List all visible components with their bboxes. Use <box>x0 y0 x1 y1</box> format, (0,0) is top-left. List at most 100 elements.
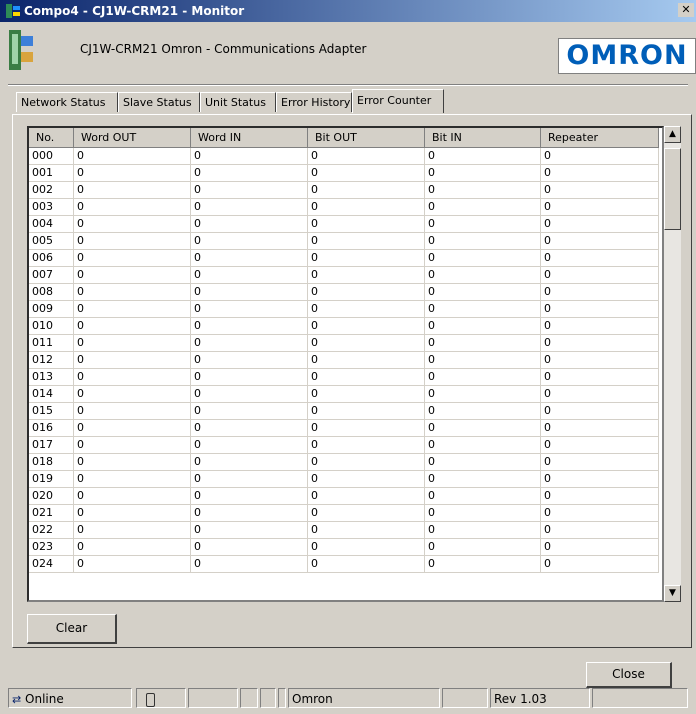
cell-bit-in: 0 <box>425 420 541 437</box>
cell-word-in: 0 <box>191 386 308 403</box>
table-row[interactable]: 001 0 0 0 0 0 <box>29 165 662 182</box>
table-row[interactable]: 012 0 0 0 0 0 <box>29 352 662 369</box>
status-online-text: Online <box>25 692 64 706</box>
cell-repeater: 0 <box>541 250 659 267</box>
table-row[interactable]: 002 0 0 0 0 0 <box>29 182 662 199</box>
table-row[interactable]: 010 0 0 0 0 0 <box>29 318 662 335</box>
table-row[interactable]: 014 0 0 0 0 0 <box>29 386 662 403</box>
cell-bit-in: 0 <box>425 522 541 539</box>
cell-word-out: 0 <box>74 556 191 573</box>
cell-bit-in: 0 <box>425 352 541 369</box>
cell-word-in: 0 <box>191 471 308 488</box>
cell-word-out: 0 <box>74 369 191 386</box>
table-row[interactable]: 015 0 0 0 0 0 <box>29 403 662 420</box>
column-header-repeater[interactable]: Repeater <box>541 128 659 148</box>
scroll-thumb[interactable] <box>664 148 681 230</box>
table-row[interactable]: 005 0 0 0 0 0 <box>29 233 662 250</box>
table-row[interactable]: 006 0 0 0 0 0 <box>29 250 662 267</box>
close-window-icon[interactable]: ✕ <box>678 3 694 17</box>
table-row[interactable]: 000 0 0 0 0 0 <box>29 148 662 165</box>
cell-word-in: 0 <box>191 556 308 573</box>
cell-bit-in: 0 <box>425 386 541 403</box>
table-row[interactable]: 023 0 0 0 0 0 <box>29 539 662 556</box>
cell-repeater: 0 <box>541 233 659 250</box>
cell-bit-out: 0 <box>308 369 425 386</box>
cell-word-out: 0 <box>74 216 191 233</box>
cell-no: 019 <box>29 471 74 488</box>
tab-network-status[interactable]: Network Status <box>16 92 118 112</box>
cell-word-out: 0 <box>74 250 191 267</box>
cell-bit-in: 0 <box>425 556 541 573</box>
scroll-down-icon[interactable]: ▼ <box>664 585 681 602</box>
scroll-up-icon[interactable]: ▲ <box>664 126 681 143</box>
cell-bit-in: 0 <box>425 369 541 386</box>
column-header-word-out[interactable]: Word OUT <box>74 128 191 148</box>
tab-unit-status[interactable]: Unit Status <box>200 92 276 112</box>
column-header-no[interactable]: No. <box>29 128 74 148</box>
table-row[interactable]: 011 0 0 0 0 0 <box>29 335 662 352</box>
cell-word-out: 0 <box>74 488 191 505</box>
cell-word-in: 0 <box>191 335 308 352</box>
cell-bit-out: 0 <box>308 437 425 454</box>
error-counter-table[interactable]: No. Word OUT Word IN Bit OUT Bit IN Repe… <box>27 126 664 602</box>
cell-no: 021 <box>29 505 74 522</box>
cell-bit-out: 0 <box>308 471 425 488</box>
vertical-scrollbar[interactable]: ▲ ▼ <box>664 126 681 602</box>
table-row[interactable]: 008 0 0 0 0 0 <box>29 284 662 301</box>
table-row[interactable]: 024 0 0 0 0 0 <box>29 556 662 573</box>
table-row[interactable]: 017 0 0 0 0 0 <box>29 437 662 454</box>
table-row[interactable]: 020 0 0 0 0 0 <box>29 488 662 505</box>
header-divider <box>8 84 688 86</box>
status-pane-empty-2 <box>240 688 258 708</box>
clear-button[interactable]: Clear <box>27 614 117 644</box>
table-row[interactable]: 007 0 0 0 0 0 <box>29 267 662 284</box>
column-header-word-in[interactable]: Word IN <box>191 128 308 148</box>
cell-no: 004 <box>29 216 74 233</box>
cell-no: 014 <box>29 386 74 403</box>
close-button[interactable]: Close <box>586 662 672 688</box>
table-row[interactable]: 013 0 0 0 0 0 <box>29 369 662 386</box>
cell-word-out: 0 <box>74 301 191 318</box>
cell-word-in: 0 <box>191 216 308 233</box>
column-header-bit-in[interactable]: Bit IN <box>425 128 541 148</box>
table-row[interactable]: 018 0 0 0 0 0 <box>29 454 662 471</box>
cell-repeater: 0 <box>541 148 659 165</box>
cell-word-in: 0 <box>191 199 308 216</box>
table-row[interactable]: 003 0 0 0 0 0 <box>29 199 662 216</box>
cell-repeater: 0 <box>541 369 659 386</box>
cell-repeater: 0 <box>541 454 659 471</box>
cell-word-out: 0 <box>74 454 191 471</box>
cell-word-in: 0 <box>191 522 308 539</box>
cell-word-out: 0 <box>74 437 191 454</box>
cell-word-in: 0 <box>191 301 308 318</box>
cell-word-in: 0 <box>191 420 308 437</box>
cell-word-in: 0 <box>191 488 308 505</box>
cell-word-out: 0 <box>74 505 191 522</box>
table-row[interactable]: 009 0 0 0 0 0 <box>29 301 662 318</box>
window-titlebar[interactable]: Compo4 - CJ1W-CRM21 - Monitor ✕ <box>0 0 696 22</box>
cell-bit-out: 0 <box>308 199 425 216</box>
cell-repeater: 0 <box>541 182 659 199</box>
table-row[interactable]: 022 0 0 0 0 0 <box>29 522 662 539</box>
column-header-bit-out[interactable]: Bit OUT <box>308 128 425 148</box>
cell-no: 005 <box>29 233 74 250</box>
cell-bit-out: 0 <box>308 454 425 471</box>
tab-error-counter[interactable]: Error Counter <box>352 89 444 113</box>
cell-word-in: 0 <box>191 284 308 301</box>
cell-bit-in: 0 <box>425 250 541 267</box>
cell-repeater: 0 <box>541 556 659 573</box>
status-pane-empty-3 <box>260 688 276 708</box>
table-row[interactable]: 019 0 0 0 0 0 <box>29 471 662 488</box>
tab-slave-status[interactable]: Slave Status <box>118 92 200 112</box>
cell-repeater: 0 <box>541 199 659 216</box>
tab-error-history[interactable]: Error History <box>276 92 352 112</box>
table-row[interactable]: 021 0 0 0 0 0 <box>29 505 662 522</box>
cell-bit-out: 0 <box>308 284 425 301</box>
cell-word-in: 0 <box>191 182 308 199</box>
table-row[interactable]: 016 0 0 0 0 0 <box>29 420 662 437</box>
cell-no: 024 <box>29 556 74 573</box>
table-row[interactable]: 004 0 0 0 0 0 <box>29 216 662 233</box>
status-pane-empty-6 <box>592 688 688 708</box>
cell-no: 006 <box>29 250 74 267</box>
cell-repeater: 0 <box>541 284 659 301</box>
